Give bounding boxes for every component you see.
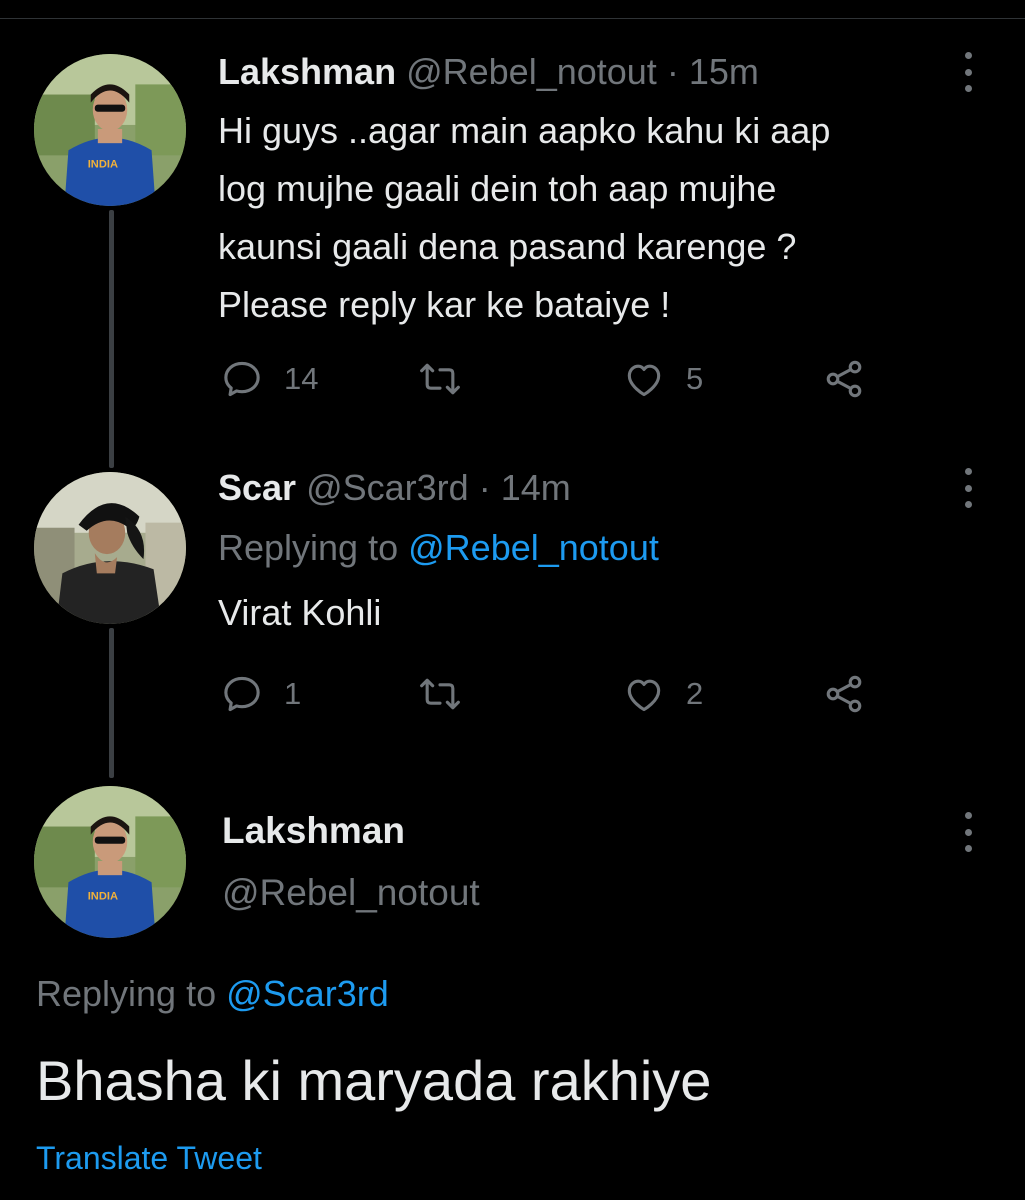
- display-name[interactable]: Lakshman: [218, 51, 396, 92]
- avatar[interactable]: INDIA: [34, 54, 186, 206]
- avatar-image-lakshman: INDIA: [34, 786, 186, 938]
- thread-connector: [109, 628, 114, 778]
- tweet-text-line: Please reply kar ke bataiye !: [218, 284, 671, 325]
- translate-tweet-link[interactable]: Translate Tweet: [36, 1140, 262, 1177]
- replying-to-handle[interactable]: @Scar3rd: [226, 973, 389, 1014]
- handle[interactable]: @Rebel_notout: [406, 51, 657, 92]
- tweet-text-line: kaunsi gaali dena pasand karenge ?: [218, 226, 797, 267]
- like-count: 5: [686, 361, 704, 396]
- retweet-icon: [420, 363, 460, 395]
- separator: ·: [478, 467, 491, 508]
- reply-icon: [224, 676, 260, 712]
- avatar-image-scar: [34, 472, 186, 624]
- handle[interactable]: @Rebel_notout: [222, 872, 480, 914]
- retweet-icon: [420, 678, 460, 710]
- tweet-text: Bhasha ki maryada rakhiye: [36, 1049, 712, 1112]
- timestamp[interactable]: 14m: [501, 467, 571, 508]
- svg-text:INDIA: INDIA: [88, 890, 118, 902]
- reply-count: 14: [284, 361, 319, 396]
- share-icon: [826, 360, 862, 398]
- tweet-text: Virat Kohli: [218, 592, 382, 633]
- replying-to: Replying to @Scar3rd: [36, 973, 389, 1015]
- more-options-icon[interactable]: [958, 52, 978, 92]
- svg-text:INDIA: INDIA: [88, 158, 118, 170]
- tweet-text-line: Hi guys ..agar main aapko kahu ki aap: [218, 110, 831, 151]
- more-options-icon[interactable]: [958, 812, 978, 852]
- replying-to: Replying to @Rebel_notout: [218, 526, 659, 570]
- avatar[interactable]: INDIA: [34, 786, 186, 938]
- tweet-header: Scar @Scar3rd · 14m: [218, 466, 571, 510]
- retweet-button[interactable]: [418, 672, 462, 716]
- display-name[interactable]: Scar: [218, 467, 296, 508]
- tweet-header: Lakshman @Rebel_notout · 15m: [218, 50, 759, 94]
- separator: ·: [666, 51, 679, 92]
- retweet-button[interactable]: [418, 357, 462, 401]
- share-button[interactable]: [822, 672, 866, 716]
- tweet-text: Hi guys ..agar main aapko kahu ki aap lo…: [218, 102, 978, 334]
- replying-to-label: Replying to: [218, 527, 399, 568]
- reply-count: 1: [284, 676, 302, 711]
- timestamp[interactable]: 15m: [689, 51, 759, 92]
- more-options-icon[interactable]: [958, 468, 978, 508]
- like-icon: [627, 364, 661, 397]
- display-name[interactable]: Lakshman: [222, 810, 405, 852]
- thread-connector: [109, 210, 114, 468]
- share-icon: [826, 675, 862, 713]
- reply-button[interactable]: 14: [220, 357, 318, 401]
- tweet-text-line: log mujhe gaali dein toh aap mujhe: [218, 168, 777, 209]
- like-count: 2: [686, 676, 704, 711]
- like-button[interactable]: 2: [622, 672, 703, 716]
- replying-to-handle[interactable]: @Rebel_notout: [408, 527, 659, 568]
- like-icon: [627, 679, 661, 712]
- avatar[interactable]: [34, 472, 186, 624]
- handle[interactable]: @Scar3rd: [306, 467, 469, 508]
- avatar-image-lakshman: INDIA: [34, 54, 186, 206]
- top-divider: [0, 18, 1025, 19]
- like-button[interactable]: 5: [622, 357, 703, 401]
- share-button[interactable]: [822, 357, 866, 401]
- reply-button[interactable]: 1: [220, 672, 301, 716]
- replying-to-label: Replying to: [36, 973, 217, 1014]
- reply-icon: [224, 361, 260, 397]
